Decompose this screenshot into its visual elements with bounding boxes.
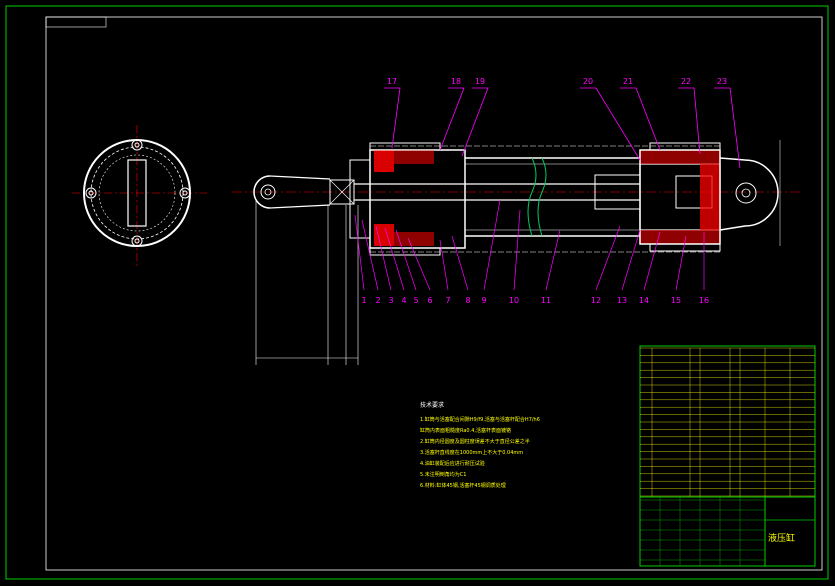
callout-number-bottom: 9 [481,296,486,305]
notes-line: 4.油缸装配后应进行耐压试验 [420,461,485,467]
callout-leader-top [620,87,661,151]
notes-line: 缸筒内表面粗糙度Ra0.4,活塞杆表面镀铬 [420,428,511,434]
callout-number-top: 22 [681,77,691,86]
callout-number-bottom: 5 [413,296,418,305]
outer-frame [5,5,829,580]
notes-line: 5.未注明倒角均为C1 [420,472,467,478]
drawing-sheet: 17 18 19 20 21 22 231 2 3 4 5 6 7 8 9 10 11 12 13 14 15 16 [5,5,829,580]
callout-leader-bottom [545,229,561,291]
callout-leaders [354,87,741,291]
notes-line: 1.缸筒与活塞配合间隙H9/f9,活塞与活塞杆配合H7/h6 [420,417,540,423]
callout-number-bottom: 3 [388,296,393,305]
callout-number-top: 21 [623,77,633,86]
callout-number-top: 17 [387,77,397,86]
callout-number-bottom: 10 [509,296,519,305]
callout-leader-top [678,87,701,155]
callout-number-bottom: 14 [639,296,649,305]
callout-number-top: 20 [583,77,593,86]
clevis-end [719,140,781,246]
callout-leader-bottom [621,229,641,291]
notes-line: 3.活塞杆直线度在1000mm上不大于0.04mm [420,450,524,456]
callout-number-top: 23 [717,77,727,86]
callout-leader-bottom [354,214,365,291]
corner-tag [45,16,107,28]
callout-number-bottom: 8 [465,296,470,305]
notes-title: 技术要求 [420,402,445,409]
notes-line: 2.缸筒内径圆度及圆柱度误差不大于直径公差之半 [420,439,530,445]
callout-number-bottom: 1 [361,296,366,305]
drawing-title: 液压缸 [768,534,796,544]
dimension-lines [255,200,359,365]
callout-leader-top [580,87,641,161]
callout-number-bottom: 15 [671,296,681,305]
callout-number-bottom: 2 [375,296,380,305]
end-view [72,125,207,268]
callout-number-bottom: 7 [445,296,450,305]
callout-leader-bottom [513,209,521,291]
callout-number-bottom: 12 [591,296,601,305]
callout-number-bottom: 4 [401,296,406,305]
callout-number-bottom: 11 [541,296,551,305]
callout-number-bottom: 13 [617,296,627,305]
callout-number-top: 18 [451,77,461,86]
callout-number-top: 19 [475,77,485,86]
callout-leader-top [439,87,465,151]
callout-number-bottom: 16 [699,296,709,305]
callout-leader-top [384,87,401,149]
cylinder-body [349,142,721,256]
notes-line: 6.材料:缸体45钢,活塞杆45钢调质处理 [420,483,506,489]
callout-leader-bottom [483,199,501,291]
callout-number-bottom: 6 [427,296,432,305]
technical-notes: 技术要求 1.缸筒与活塞配合间隙H9/f9,活塞与活塞杆配合H7/h6 缸筒内表… [420,400,635,492]
callout-labels: 17 18 19 20 21 22 231 2 3 4 5 6 7 8 9 10 11 12 13 14 15 16 [361,77,727,305]
